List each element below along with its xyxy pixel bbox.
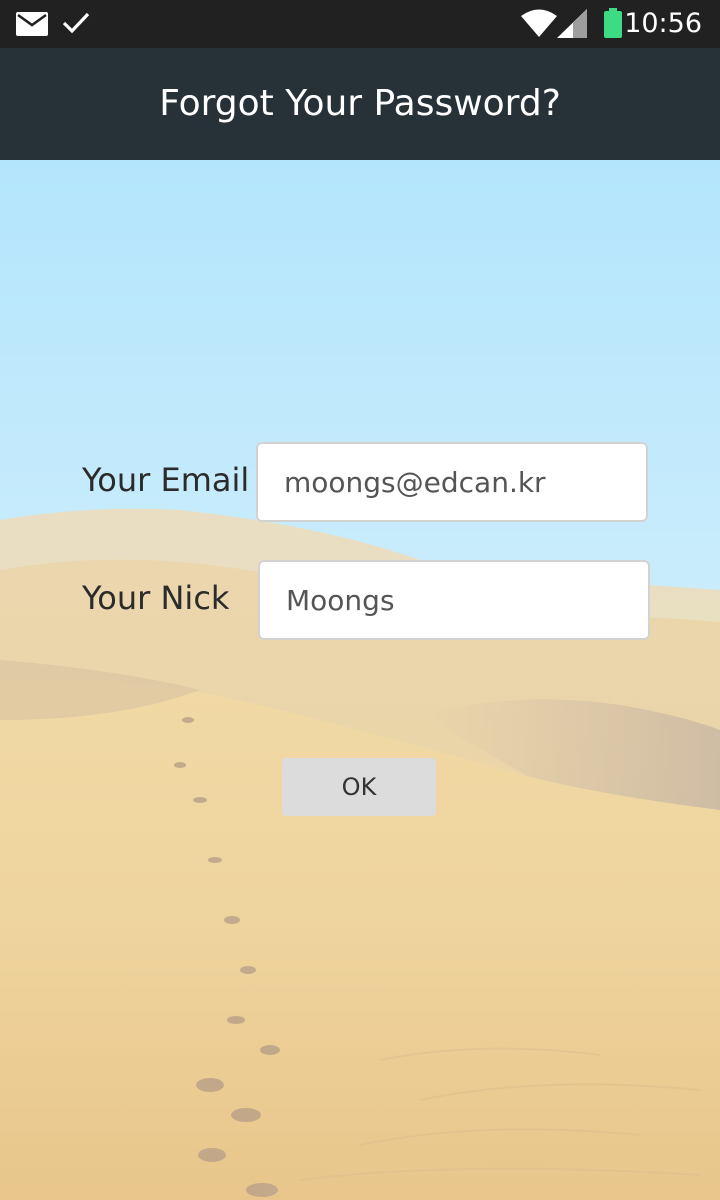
email-label: Your Email — [82, 461, 250, 499]
mail-icon — [16, 12, 48, 36]
status-bar: 10:56 — [0, 0, 720, 48]
check-icon — [62, 12, 90, 34]
battery-icon — [604, 8, 622, 38]
form-content: Your Email Your Nick OK — [0, 160, 720, 1200]
status-time: 10:56 — [624, 8, 702, 39]
nick-label: Your Nick — [82, 579, 230, 617]
desert-background-image — [0, 160, 720, 1200]
wifi-icon — [521, 9, 557, 37]
toolbar: Forgot Your Password? — [0, 48, 720, 160]
page-title: Forgot Your Password? — [159, 83, 561, 124]
signal-icon — [557, 9, 587, 38]
ok-button[interactable]: OK — [282, 758, 436, 816]
nick-input[interactable] — [258, 560, 650, 640]
email-input[interactable] — [256, 442, 648, 522]
